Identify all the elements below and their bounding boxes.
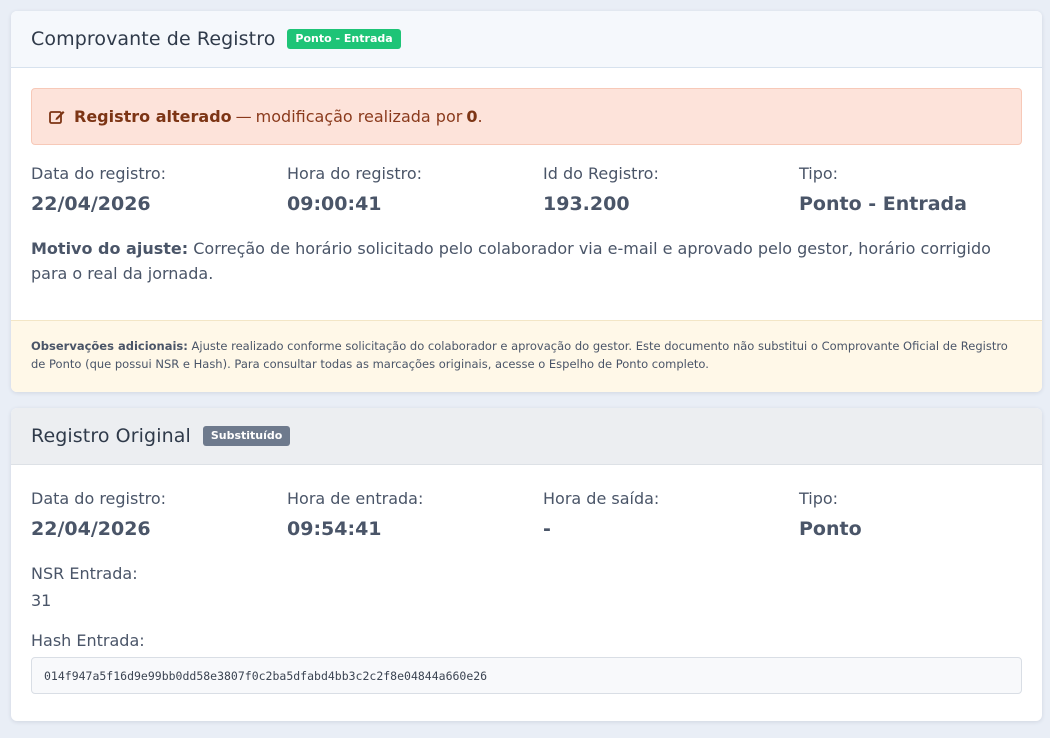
field-record-id: Id do Registro: 193.200 <box>543 164 659 215</box>
notes-label: Observações adicionais: <box>31 339 188 353</box>
field-value: Ponto - Entrada <box>799 193 967 215</box>
alert-text: modificação realizada por <box>255 107 463 126</box>
field-nsr-entry: NSR Entrada: 31 <box>31 564 138 610</box>
receipt-card: Comprovante de Registro Ponto - Entrada … <box>11 11 1042 392</box>
field-label: Hora do registro: <box>287 164 423 183</box>
record-type-badge: Ponto - Entrada <box>287 29 401 49</box>
field-label: Tipo: <box>799 489 839 508</box>
field-value: 22/04/2026 <box>31 518 151 540</box>
receipt-title: Comprovante de Registro <box>31 28 276 50</box>
field-type: Tipo: Ponto <box>799 489 862 540</box>
field-exit-time: Hora de saída: - <box>543 489 659 540</box>
field-value: Ponto <box>799 518 862 540</box>
field-value: - <box>543 518 551 540</box>
field-label: NSR Entrada: <box>31 564 138 583</box>
field-label: Id do Registro: <box>543 164 659 183</box>
original-record-card: Registro Original Substituído Data do re… <box>11 408 1042 721</box>
field-value: 22/04/2026 <box>31 193 151 215</box>
adjust-reason: Motivo do ajuste: Correção de horário so… <box>31 236 1026 286</box>
hash-value: 014f947a5f16d9e99bb0dd58e3807f0c2ba5dfab… <box>44 668 488 683</box>
additional-notes: Observações adicionais: Ajuste realizado… <box>11 320 1042 392</box>
original-title: Registro Original <box>31 425 191 447</box>
field-label: Tipo: <box>799 164 839 183</box>
field-label: Hora de entrada: <box>287 489 424 508</box>
field-date: Data do registro: 22/04/2026 <box>31 164 166 215</box>
alert-modified-by: 0 <box>466 107 478 126</box>
alert-dash: — <box>235 107 252 126</box>
adjust-reason-label: Motivo do ajuste: <box>31 239 189 258</box>
original-card-header: Registro Original Substituído <box>11 408 1042 465</box>
field-entry-time: Hora de entrada: 09:54:41 <box>287 489 423 540</box>
field-value: 31 <box>31 591 52 610</box>
replaced-badge: Substituído <box>202 426 291 446</box>
field-label: Hora de saída: <box>543 489 660 508</box>
field-label: Hash Entrada: <box>31 631 145 650</box>
field-value: 09:54:41 <box>287 518 382 540</box>
edit-icon <box>48 108 66 126</box>
field-label: Data do registro: <box>31 489 167 508</box>
field-value: 193.200 <box>543 193 630 215</box>
receipt-card-header: Comprovante de Registro Ponto - Entrada <box>11 11 1042 68</box>
field-hash-entry: Hash Entrada: <box>31 631 145 650</box>
alert-end: . <box>477 107 483 126</box>
field-value: 09:00:41 <box>287 193 382 215</box>
field-label: Data do registro: <box>31 164 167 183</box>
field-time: Hora do registro: 09:00:41 <box>287 164 422 215</box>
alert-strong-text: Registro alterado <box>74 107 232 126</box>
field-type: Tipo: Ponto - Entrada <box>799 164 967 215</box>
hash-value-box[interactable]: 014f947a5f16d9e99bb0dd58e3807f0c2ba5dfab… <box>31 657 1022 694</box>
modified-alert: Registro alterado — modificação realizad… <box>31 88 1022 145</box>
field-date: Data do registro: 22/04/2026 <box>31 489 166 540</box>
